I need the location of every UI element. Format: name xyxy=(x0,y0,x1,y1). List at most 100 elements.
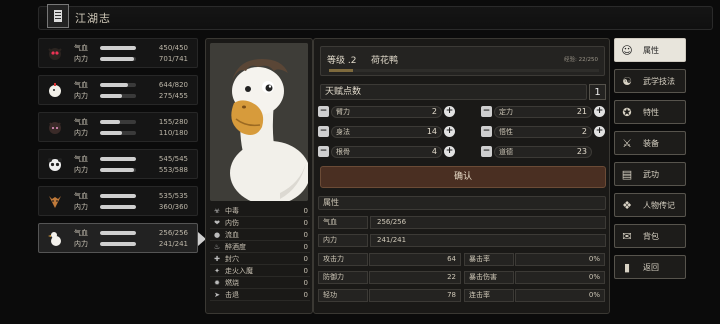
attribute-field: 根骨 4 xyxy=(331,145,442,158)
attribute-field: 悟性 2 xyxy=(494,125,592,138)
hp-bar xyxy=(100,193,136,198)
menu-item-8[interactable]: ▮ 返回 xyxy=(614,255,686,279)
side-menu: ☺ 属性 ☯ 武学技法 ✪ 特性 ⚔ 装备 ▤ 武功 ❖ 人物传记 ✉ 背包 ▮ 返回 xyxy=(614,38,686,286)
combat-stat-row: 轻功 78 连击率 0% xyxy=(318,289,608,302)
hp-bar-fill xyxy=(100,82,129,87)
combat-cell: 轻功 78 xyxy=(318,289,461,302)
bag-icon: ✉ xyxy=(622,229,632,243)
menu-item-3[interactable]: ✪ 特性 xyxy=(614,100,686,124)
mp-row-value: 241/241 xyxy=(370,234,606,247)
party-member[interactable]: 气血 256/256 内力 241/241 xyxy=(38,223,206,253)
status-value: 0 xyxy=(303,218,308,227)
talent-points-value: 1 xyxy=(589,84,606,100)
decrease-button[interactable]: − xyxy=(318,126,329,137)
attribute-name: 身法 xyxy=(336,127,350,136)
increase-button[interactable]: + xyxy=(594,106,605,117)
status-name: 中毒 xyxy=(225,206,239,215)
menu-item-5[interactable]: ▤ 武功 xyxy=(614,162,686,186)
menu-item-7[interactable]: ✉ 背包 xyxy=(614,224,686,248)
hp-label: 气血 xyxy=(74,191,88,200)
attribute-field: 道德 23 xyxy=(494,145,592,158)
mp-bar xyxy=(100,56,136,61)
sword-icon: ⚔ xyxy=(622,136,632,150)
level-label: 等级 .2 xyxy=(327,56,357,66)
member-stats: 气血 155/280 内力 110/180 xyxy=(74,116,197,138)
combat-cell: 连击率 0% xyxy=(464,289,605,302)
member-stats: 气血 256/256 内力 241/241 xyxy=(74,227,197,249)
combat-cell: 暴击伤害 0% xyxy=(464,271,605,284)
decrease-button[interactable]: − xyxy=(318,106,329,117)
mp-line: 内力 241/241 xyxy=(74,238,197,249)
goose-icon xyxy=(44,227,66,249)
hp-bar xyxy=(100,119,136,124)
party-member[interactable]: 气血 535/535 内力 360/360 xyxy=(38,186,198,216)
status-row: ✦ 走火入魔 0 xyxy=(210,265,310,277)
party-member[interactable]: 气血 545/545 内力 553/588 xyxy=(38,149,198,179)
menu-item-2[interactable]: ☯ 武学技法 xyxy=(614,69,686,93)
hp-line: 气血 535/535 xyxy=(74,190,197,201)
hp-bar-fill xyxy=(100,230,136,235)
hp-bar-fill xyxy=(100,193,136,198)
hp-line: 气血 644/820 xyxy=(74,79,197,90)
menu-item-1[interactable]: ☺ 属性 xyxy=(614,38,686,62)
status-icon: ♨ xyxy=(213,242,221,251)
status-row: ❤ 内伤 0 xyxy=(210,217,310,229)
decrease-button[interactable]: − xyxy=(318,146,329,157)
party-member[interactable]: 气血 450/450 内力 701/741 xyxy=(38,38,198,68)
status-icon: ➤ xyxy=(214,290,220,299)
confirm-button[interactable]: 确认 xyxy=(320,166,606,188)
mp-value: 701/741 xyxy=(158,54,188,63)
owl-icon xyxy=(44,42,66,64)
mp-line: 内力 360/360 xyxy=(74,201,197,212)
party-member[interactable]: 气血 644/820 内力 275/455 xyxy=(38,75,198,105)
hp-label: 气血 xyxy=(74,43,88,52)
status-icon: ☣ xyxy=(213,206,221,215)
decrease-button[interactable]: − xyxy=(481,126,492,137)
attribute-value: 2 xyxy=(581,127,587,136)
mp-bar-fill xyxy=(100,130,122,135)
menu-item-label: 武学技法 xyxy=(643,76,675,86)
attribute-name: 根骨 xyxy=(336,147,350,156)
combat-stat-row: 防御力 22 暴击伤害 0% xyxy=(318,271,608,284)
decrease-button[interactable]: − xyxy=(481,146,492,157)
party-member[interactable]: 气血 155/280 内力 110/180 xyxy=(38,112,198,142)
status-value: 0 xyxy=(303,230,308,239)
attribute-row: − 道德 23 xyxy=(481,145,594,158)
hp-bar xyxy=(100,82,136,87)
status-row: ● 流血 0 xyxy=(210,229,310,241)
status-row: ♨ 醉酒度 0 xyxy=(210,241,310,253)
combat-stat-name: 暴击率 xyxy=(464,253,514,266)
mp-bar xyxy=(100,93,136,98)
mp-line: 内力 701/741 xyxy=(74,53,197,64)
cat-icon xyxy=(44,116,66,138)
exit-icon: ▮ xyxy=(623,260,631,274)
hp-label: 气血 xyxy=(74,154,88,163)
mp-bar xyxy=(100,204,136,209)
status-value: 0 xyxy=(303,206,308,215)
menu-item-label: 特性 xyxy=(643,107,659,117)
increase-button[interactable]: + xyxy=(444,146,455,157)
menu-item-6[interactable]: ❖ 人物传记 xyxy=(614,193,686,217)
increase-button[interactable]: + xyxy=(594,126,605,137)
mp-label: 内力 xyxy=(74,239,88,248)
status-icon: ✹ xyxy=(214,278,220,287)
menu-item-4[interactable]: ⚔ 装备 xyxy=(614,131,686,155)
exp-text: 经验: 22/250 xyxy=(564,57,598,63)
mp-bar xyxy=(100,130,136,135)
hp-bar-fill xyxy=(100,119,120,124)
hp-value: 450/450 xyxy=(158,43,188,52)
menu-item-label: 武功 xyxy=(643,169,659,179)
status-icon: ✦ xyxy=(214,266,220,275)
mp-bar-fill xyxy=(100,167,134,172)
mp-row-label: 内力 xyxy=(318,234,368,247)
increase-button[interactable]: + xyxy=(444,106,455,117)
combat-stat-value: 0% xyxy=(515,289,605,302)
decrease-button[interactable]: − xyxy=(481,106,492,117)
attribute-row: − 根骨 4 + xyxy=(318,145,455,158)
increase-button[interactable]: + xyxy=(444,126,455,137)
hp-bar xyxy=(100,156,136,161)
status-value: 0 xyxy=(303,278,308,287)
hp-value: 644/820 xyxy=(158,80,188,89)
menu-item-label: 返回 xyxy=(643,262,659,272)
attribute-row: − 定力 21 + xyxy=(481,105,605,118)
